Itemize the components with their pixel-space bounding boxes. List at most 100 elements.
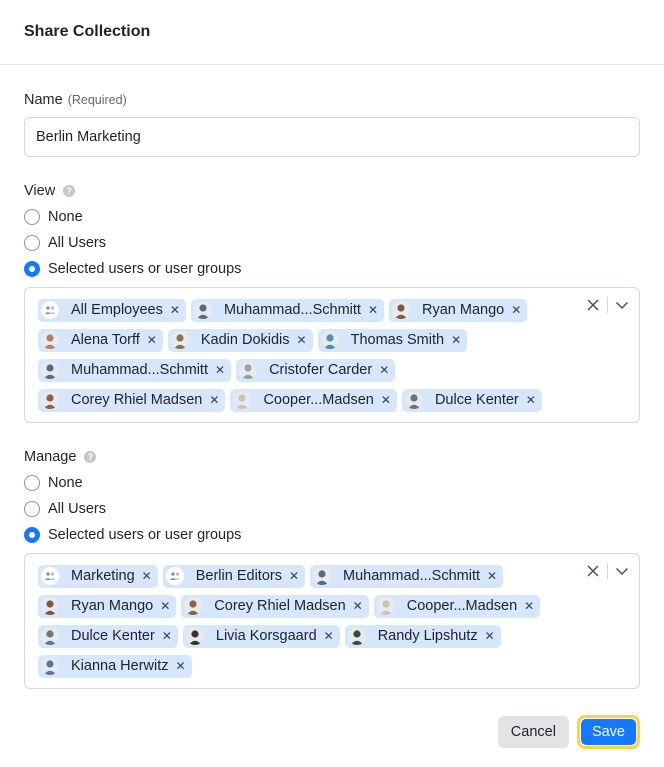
radio-button[interactable] (24, 209, 40, 225)
user-avatar-icon (170, 331, 189, 349)
share-collection-dialog: Share Collection Name (Required) View ? … (0, 0, 664, 749)
tag-label: Kianna Herwitz (71, 658, 169, 674)
multiselect-controls (586, 296, 629, 314)
user-group-icon (41, 567, 59, 585)
close-icon[interactable]: ✕ (215, 364, 225, 376)
radio-label: All Users (48, 501, 107, 517)
selected-tag: Ryan Mango ✕ (38, 594, 177, 618)
selected-tag: All Employees ✕ (38, 298, 186, 322)
name-input[interactable] (24, 117, 640, 157)
save-button-focus-ring: Save (576, 715, 640, 749)
help-icon[interactable]: ? (84, 451, 97, 463)
manage-option-all-users[interactable]: All Users (24, 496, 640, 522)
selected-tag: Cristofer Carder ✕ (236, 358, 396, 382)
user-avatar-icon (392, 301, 410, 319)
close-icon[interactable]: ✕ (160, 600, 170, 612)
selected-tag: Kadin Dokidis ✕ (167, 328, 313, 352)
user-avatar-icon (313, 567, 332, 585)
close-icon[interactable]: ✕ (451, 334, 461, 346)
close-icon[interactable]: ✕ (368, 304, 378, 316)
tag-label: Marketing (71, 568, 135, 584)
manage-radio-group: None All Users Selected users or user gr… (24, 470, 640, 548)
radio-button[interactable] (24, 235, 40, 251)
close-icon[interactable]: ✕ (289, 570, 299, 582)
cancel-button[interactable]: Cancel (497, 716, 569, 748)
manage-option-selected[interactable]: Selected users or user groups (24, 522, 640, 548)
tag-label: Alena Torff (71, 332, 140, 348)
close-icon[interactable]: ✕ (485, 630, 495, 642)
tag-label: Ryan Mango (422, 302, 505, 318)
close-icon[interactable]: ✕ (379, 364, 389, 376)
selected-tag: Cooper...Madsen ✕ (230, 388, 397, 412)
selected-tag: Corey Rhiel Madsen ✕ (181, 594, 369, 618)
close-icon[interactable]: ✕ (142, 570, 152, 582)
user-avatar-icon (185, 627, 204, 645)
selected-tag: Livia Korsgaard ✕ (182, 624, 340, 648)
selected-tag: Muhammad...Schmitt ✕ (190, 298, 384, 322)
close-icon[interactable]: ✕ (297, 334, 307, 346)
close-icon[interactable]: ✕ (381, 394, 391, 406)
save-button[interactable]: Save (580, 719, 636, 745)
radio-button[interactable] (24, 475, 40, 491)
close-icon[interactable]: ✕ (524, 600, 534, 612)
radio-button-checked[interactable] (24, 261, 40, 277)
user-avatar-icon (41, 361, 59, 379)
close-icon[interactable]: ✕ (209, 394, 219, 406)
close-icon[interactable]: ✕ (147, 334, 157, 346)
help-icon[interactable]: ? (63, 185, 76, 197)
view-option-all-users[interactable]: All Users (24, 230, 640, 256)
tag-label: Berlin Editors (195, 568, 282, 584)
view-option-none[interactable]: None (24, 204, 640, 230)
selected-tag: Dulce Kenter ✕ (401, 388, 542, 412)
name-label-text: Name (24, 92, 63, 108)
view-users-multiselect[interactable]: All Employees ✕ Muhammad...Schmitt ✕ Ryan Ma… (24, 287, 640, 423)
close-icon[interactable]: ✕ (324, 630, 334, 642)
tag-label: Cristofer Carder (269, 362, 373, 378)
user-avatar-icon (320, 331, 339, 349)
tag-label: Corey Rhiel Madsen (71, 392, 203, 408)
user-avatar-icon (193, 301, 212, 319)
multiselect-controls (586, 562, 629, 580)
tag-label: Randy Lipshutz (377, 628, 478, 644)
selected-tag: Muhammad...Schmitt ✕ (38, 358, 232, 382)
selected-tag: Berlin Editors ✕ (162, 564, 306, 588)
close-icon[interactable]: ✕ (511, 304, 521, 316)
radio-button-checked[interactable] (24, 527, 40, 543)
close-icon[interactable]: ✕ (162, 630, 172, 642)
user-avatar-icon (184, 597, 203, 615)
close-icon[interactable]: ✕ (176, 660, 186, 672)
radio-button[interactable] (24, 501, 40, 517)
close-icon[interactable]: ✕ (526, 394, 536, 406)
close-icon[interactable]: ✕ (487, 570, 497, 582)
user-avatar-icon (239, 361, 258, 379)
radio-label: All Users (48, 235, 107, 251)
user-avatar-icon (41, 331, 59, 349)
tag-label: Cooper...Madsen (406, 598, 518, 614)
user-avatar-icon (347, 627, 366, 645)
selected-tag: Cooper...Madsen ✕ (373, 594, 541, 618)
tag-label: All Employees (71, 302, 163, 318)
manage-users-multiselect[interactable]: Marketing ✕ Berlin Editors ✕ Muhammad...Schm… (24, 553, 640, 689)
clear-icon[interactable] (586, 564, 600, 578)
close-icon[interactable]: ✕ (353, 600, 363, 612)
manage-option-none[interactable]: None (24, 470, 640, 496)
required-note: (Required) (67, 93, 127, 107)
user-avatar-icon (41, 391, 59, 409)
selected-tag: Randy Lipshutz ✕ (344, 624, 501, 648)
tag-label: Dulce Kenter (71, 628, 155, 644)
radio-label: Selected users or user groups (48, 527, 242, 543)
user-avatar-icon (404, 391, 423, 409)
user-avatar-icon (41, 657, 59, 675)
clear-icon[interactable] (586, 298, 600, 312)
radio-label: Selected users or user groups (48, 261, 242, 277)
view-label-text: View (24, 183, 56, 199)
view-option-selected[interactable]: Selected users or user groups (24, 256, 640, 282)
tag-label: Livia Korsgaard (215, 628, 317, 644)
name-label: Name (Required) (24, 91, 640, 109)
chevron-down-icon[interactable] (615, 564, 629, 578)
user-group-icon (165, 567, 184, 585)
chevron-down-icon[interactable] (615, 298, 629, 312)
user-avatar-icon (41, 627, 59, 645)
close-icon[interactable]: ✕ (170, 304, 180, 316)
selected-tag: Alena Torff ✕ (38, 328, 163, 352)
